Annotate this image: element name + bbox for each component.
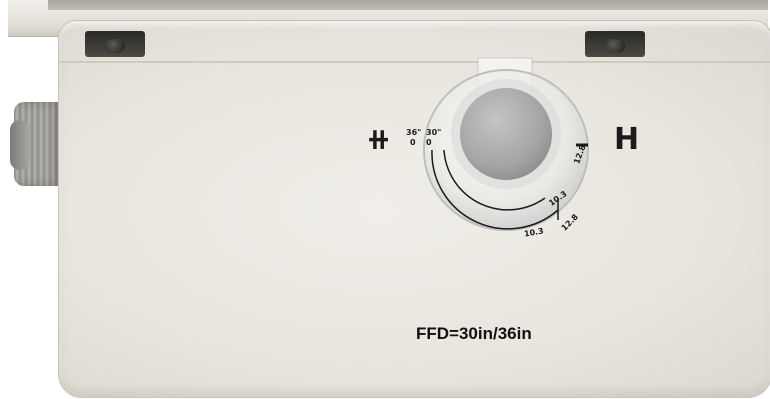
symbol-left: ⧺ — [366, 122, 391, 157]
ffd-label: FFD=30in/36in — [416, 324, 532, 343]
dial-label-zero-a: 0 — [410, 138, 416, 147]
symbol-right: H — [614, 122, 640, 157]
top-shadow-strip — [48, 0, 768, 10]
dial-label-36: 36" — [406, 128, 422, 137]
side-knob-cap — [10, 120, 30, 170]
dial-label-30: 30" — [426, 128, 442, 137]
dial-knob[interactable] — [460, 88, 552, 180]
left-mount-slot — [85, 31, 145, 57]
left-mount-screw — [105, 39, 125, 53]
dial-label-zero-b: 0 — [426, 138, 432, 147]
device-photo: ⧺ H 36" 30" 0 0 10.3 12.8 10.3 12.8 FFD=… — [0, 0, 770, 399]
